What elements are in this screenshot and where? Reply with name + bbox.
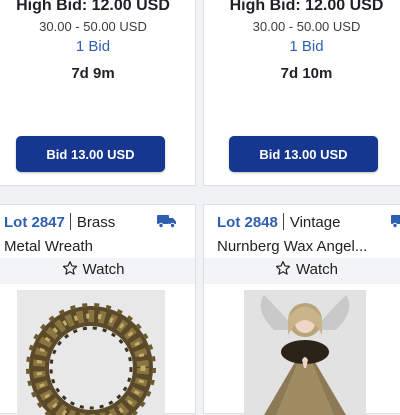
estimate-range: 30.00 - 50.00 USD [252, 19, 361, 34]
title-divider [282, 213, 284, 230]
watch-label: Watch [82, 261, 125, 278]
star-outline-icon [275, 261, 291, 275]
watch-button[interactable]: Watch [204, 260, 400, 278]
brass-wreath-image [17, 290, 165, 415]
lot-image[interactable] [17, 290, 165, 415]
estimate-range: 30.00 - 50.00 USD [39, 19, 147, 34]
bid-button[interactable]: Bid 13.00 USD [16, 136, 165, 172]
time-left: 7d 9m [71, 65, 115, 82]
bid-count-link[interactable]: 1 Bid [0, 38, 195, 55]
lot-card-2847[interactable]: Lot 2847 Brass Metal Wreath Watch [0, 204, 196, 415]
bid-button[interactable]: Bid 13.00 USD [229, 136, 378, 172]
lot-number[interactable]: Lot 2848 [217, 214, 278, 231]
lot-title-part[interactable]: Brass [77, 214, 115, 231]
bid-count-link[interactable]: 1 Bid [204, 38, 400, 55]
lot-title[interactable]: Lot 2847 Brass [4, 213, 115, 231]
lot-card-top-left[interactable]: High Bid: 12.00 USD 30.00 - 50.00 USD 1 … [0, 0, 196, 186]
high-bid-text: High Bid: 12.00 USD [16, 0, 170, 14]
truck-icon [157, 215, 176, 228]
wax-angel-image [244, 290, 366, 415]
star-outline-icon [62, 261, 77, 275]
high-bid-text: High Bid: 12.00 USD [229, 0, 384, 14]
lot-card-top-right[interactable]: High Bid: 12.00 USD 30.00 - 50.00 USD 1 … [203, 0, 400, 186]
watch-button[interactable]: Watch [0, 260, 195, 278]
time-left: 7d 10m [280, 65, 333, 82]
watch-label: Watch [296, 261, 338, 278]
lot-image[interactable] [244, 290, 366, 415]
lot-title-part[interactable]: Vintage [290, 214, 341, 231]
truck-icon [391, 215, 400, 228]
lot-card-2848[interactable]: Lot 2848 Vintage Nurnberg Wax Angel... Wa… [203, 204, 400, 415]
lot-number[interactable]: Lot 2847 [4, 214, 65, 231]
lot-title-continued[interactable]: Nurnberg Wax Angel... [217, 238, 367, 255]
lot-title-continued[interactable]: Metal Wreath [4, 238, 93, 255]
title-divider [69, 213, 71, 230]
lot-title[interactable]: Lot 2848 Vintage [217, 213, 340, 231]
